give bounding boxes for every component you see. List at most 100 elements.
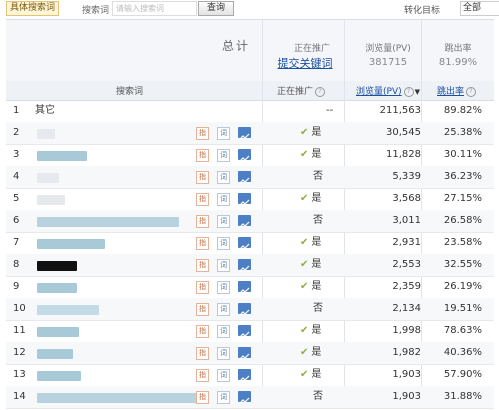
- trend-chart-icon[interactable]: [238, 171, 251, 184]
- index-button[interactable]: 指: [196, 325, 209, 338]
- promoting-text: --: [326, 105, 334, 116]
- table-row: 8 指词 ✔ 是 2,553 32.55%: [6, 254, 494, 277]
- table-row: 9 指词 ✔ 是 2,359 26.19%: [6, 276, 494, 299]
- index-button[interactable]: 指: [196, 215, 209, 228]
- row-index: 9: [13, 281, 20, 292]
- redacted-keyword: [37, 327, 79, 337]
- word-button[interactable]: 词: [217, 325, 230, 338]
- bounce-value: 32.55%: [443, 259, 482, 270]
- index-button[interactable]: 指: [196, 281, 209, 294]
- pv-value: 2,134: [392, 303, 421, 314]
- row-index: 14: [13, 391, 26, 402]
- pv-value: 1,982: [392, 347, 421, 358]
- sort-desc-icon: ▼: [414, 88, 420, 96]
- check-icon: ✔: [300, 369, 309, 380]
- promoting-text: 是: [311, 369, 322, 380]
- index-button[interactable]: 指: [196, 127, 209, 140]
- trend-chart-icon[interactable]: [238, 237, 251, 250]
- bounce-header-summary: 跳出率: [444, 44, 472, 54]
- search-input[interactable]: 请输入搜索词: [112, 1, 197, 16]
- table-row: 5 指词 ✔ 是 3,568 27.15%: [6, 188, 494, 211]
- word-button[interactable]: 词: [217, 193, 230, 206]
- trend-chart-icon[interactable]: [238, 325, 251, 338]
- row-index: 1: [13, 105, 20, 116]
- redacted-keyword: [37, 283, 77, 293]
- word-button[interactable]: 词: [217, 237, 230, 250]
- trend-chart-icon[interactable]: [238, 149, 251, 162]
- keyword-tab[interactable]: 具体搜索词: [6, 1, 60, 16]
- bounce-column-header[interactable]: 跳出率?: [437, 84, 477, 97]
- redacted-keyword: [37, 173, 59, 183]
- pv-value: 5,339: [392, 171, 421, 182]
- redacted-keyword: [37, 371, 81, 381]
- word-button[interactable]: 词: [217, 215, 230, 228]
- pv-column-header[interactable]: 浏览量(PV)? ▼: [356, 84, 420, 97]
- trend-chart-icon[interactable]: [238, 347, 251, 360]
- row-index: 5: [13, 193, 20, 204]
- promoting-text: 是: [311, 149, 322, 160]
- promoting-text: 是: [311, 237, 322, 248]
- help-icon[interactable]: ?: [403, 87, 414, 97]
- trend-chart-icon[interactable]: [238, 127, 251, 140]
- check-icon: ✔: [300, 325, 309, 336]
- index-button[interactable]: 指: [196, 369, 209, 382]
- table-row: 1 其它 -- 211,563 89.82%: [6, 100, 494, 123]
- trend-chart-icon[interactable]: [238, 303, 251, 316]
- bounce-value: 27.15%: [443, 193, 482, 204]
- promoting-header-summary: 正在推广: [293, 44, 330, 54]
- word-button[interactable]: 词: [217, 347, 230, 360]
- redacted-keyword: [37, 349, 73, 359]
- word-button[interactable]: 词: [217, 391, 230, 404]
- trend-chart-icon[interactable]: [238, 193, 251, 206]
- bounce-value: 19.51%: [443, 303, 482, 314]
- row-index: 12: [13, 347, 26, 358]
- promoting-text: 是: [311, 127, 322, 138]
- bounce-value: 26.19%: [443, 281, 482, 292]
- bounce-value: 78.63%: [443, 325, 482, 336]
- table-row: 2 指词 ✔ 是 30,545 25.38%: [6, 122, 494, 145]
- promoting-text: 是: [311, 193, 322, 204]
- row-index: 2: [13, 127, 20, 138]
- trend-chart-icon[interactable]: [238, 391, 251, 404]
- word-button[interactable]: 词: [217, 303, 230, 316]
- index-button[interactable]: 指: [196, 259, 209, 272]
- index-button[interactable]: 指: [196, 237, 209, 250]
- trend-chart-icon[interactable]: [238, 369, 251, 382]
- check-icon: ✔: [300, 281, 309, 292]
- table-row: 10 指词 否 2,134 19.51%: [6, 298, 494, 321]
- query-button[interactable]: 查询: [198, 1, 234, 16]
- promoting-text: 否: [313, 215, 323, 226]
- row-index: 11: [13, 325, 26, 336]
- word-button[interactable]: 词: [217, 127, 230, 140]
- index-button[interactable]: 指: [196, 391, 209, 404]
- submit-keyword-link[interactable]: 提交关键词: [268, 55, 342, 71]
- pv-value: 3,568: [392, 193, 421, 204]
- word-button[interactable]: 词: [217, 369, 230, 382]
- index-button[interactable]: 指: [196, 347, 209, 360]
- redacted-keyword: [37, 261, 77, 271]
- row-index: 3: [13, 149, 20, 160]
- index-button[interactable]: 指: [196, 149, 209, 162]
- index-button[interactable]: 指: [196, 193, 209, 206]
- help-icon[interactable]: ?: [315, 87, 326, 97]
- row-index: 13: [13, 369, 26, 380]
- word-button[interactable]: 词: [217, 281, 230, 294]
- word-button[interactable]: 词: [217, 149, 230, 162]
- row-index: 8: [13, 259, 20, 270]
- trend-chart-icon[interactable]: [238, 281, 251, 294]
- conversion-goal-select[interactable]: 全部: [460, 1, 499, 16]
- pv-value: 2,553: [392, 259, 421, 270]
- index-button[interactable]: 指: [196, 303, 209, 316]
- promoting-text: 是: [311, 281, 322, 292]
- trend-chart-icon[interactable]: [238, 259, 251, 272]
- word-button[interactable]: 词: [217, 259, 230, 272]
- bounce-value: 36.23%: [443, 171, 482, 182]
- table-row: 4 指词 否 5,339 36.23%: [6, 166, 494, 189]
- word-button[interactable]: 词: [217, 171, 230, 184]
- total-label: 总计: [222, 39, 251, 53]
- help-icon[interactable]: ?: [466, 87, 477, 97]
- pv-header-summary: 浏览量(PV): [365, 44, 411, 54]
- index-button[interactable]: 指: [196, 171, 209, 184]
- trend-chart-icon[interactable]: [238, 215, 251, 228]
- promoting-text: 是: [311, 347, 322, 358]
